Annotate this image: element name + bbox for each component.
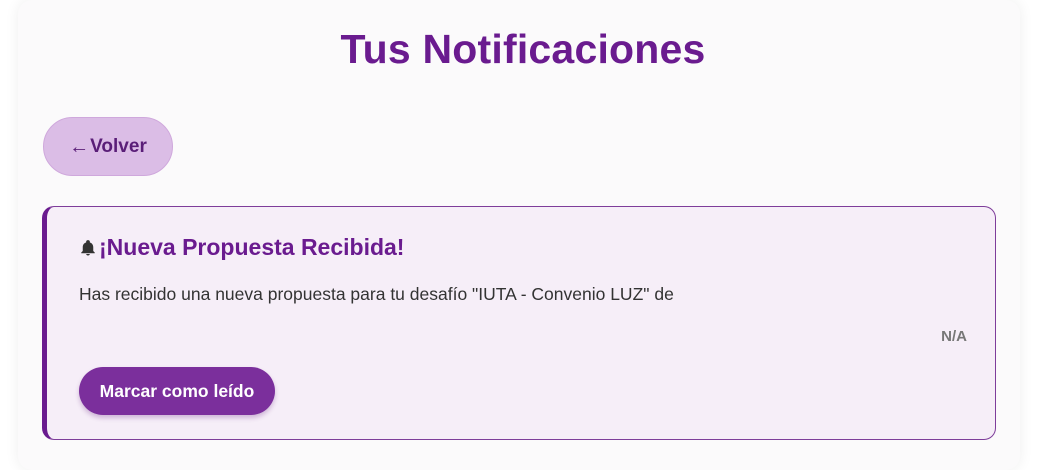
back-button[interactable]: ← Volver	[43, 117, 173, 176]
notification-title: ¡Nueva Propuesta Recibida!	[99, 234, 405, 260]
notification-date: N/A	[941, 328, 967, 345]
mark-as-read-button[interactable]: Marcar como leído	[79, 367, 275, 415]
back-button-label: Volver	[90, 135, 147, 157]
notification-message: Has recibido una nueva propuesta para tu…	[79, 284, 674, 304]
page-title: Tus Notificaciones	[340, 26, 706, 72]
notification-card: ¡Nueva Propuesta Recibida! Has recibido …	[42, 206, 996, 440]
arrow-left-icon: ←	[69, 135, 90, 158]
bell-icon	[81, 239, 95, 255]
notification-title-row: ¡Nueva Propuesta Recibida!	[79, 234, 404, 261]
